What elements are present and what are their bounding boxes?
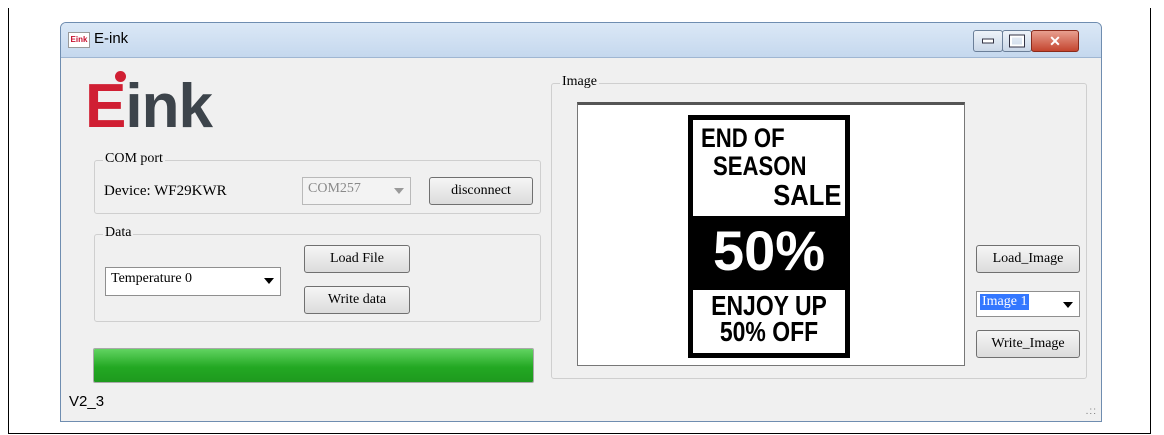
window-title: E-ink — [94, 30, 129, 47]
poster-line-4: 50% — [712, 219, 826, 282]
minimize-button[interactable] — [973, 30, 1003, 52]
progress-bar — [93, 348, 534, 383]
com-port-group: COM port Device: WF29KWR COM257 disconne… — [94, 151, 541, 214]
com-port-value: COM257 — [308, 181, 361, 196]
image-select-value: Image 1 — [980, 294, 1030, 310]
temperature-select[interactable]: Temperature 0 — [105, 267, 281, 296]
chevron-down-icon[interactable] — [1063, 302, 1073, 308]
version-label: V2_3 — [69, 393, 105, 410]
resize-grip-icon[interactable]: .:: — [1086, 406, 1097, 417]
write-data-button[interactable]: Write data — [304, 286, 410, 314]
progress-fill — [94, 349, 533, 382]
load-image-button[interactable]: Load_Image — [976, 245, 1080, 273]
write-image-button[interactable]: Write_Image — [976, 330, 1080, 358]
poster-line-6: 50% OFF — [719, 316, 819, 347]
minimize-icon — [982, 38, 994, 44]
data-group: Data Temperature 0 Load File Write data — [94, 225, 541, 322]
maximize-icon — [1010, 35, 1024, 47]
image-select[interactable]: Image 1 — [976, 291, 1080, 317]
chevron-down-icon[interactable] — [264, 278, 274, 284]
device-label: Device: WF29KWR — [104, 183, 227, 199]
disconnect-button[interactable]: disconnect — [429, 177, 533, 205]
poster-line-5: ENJOY UP — [711, 290, 827, 321]
chevron-down-icon — [394, 188, 404, 194]
sale-poster-image: END OF SEASON SALE 50% ENJOY UP 50% OFF — [688, 115, 850, 358]
maximize-button[interactable] — [1002, 30, 1032, 52]
title-bar[interactable]: Eink E-ink ✕ — [61, 23, 1101, 58]
data-legend: Data — [103, 225, 134, 241]
poster-line-3: SALE — [772, 180, 841, 212]
image-preview: END OF SEASON SALE 50% ENJOY UP 50% OFF — [577, 102, 965, 366]
close-icon: ✕ — [1049, 33, 1061, 49]
temperature-value: Temperature 0 — [111, 271, 193, 286]
eink-logo: Eink — [85, 72, 213, 141]
image-group: Image END OF SEASON SALE 50% ENJOY UP 50… — [551, 74, 1087, 379]
com-port-legend: COM port — [103, 151, 165, 167]
image-legend: Image — [560, 74, 599, 90]
logo-dot-icon — [115, 71, 126, 82]
com-port-select[interactable]: COM257 — [302, 177, 411, 205]
app-icon: Eink — [68, 32, 90, 48]
close-button[interactable]: ✕ — [1031, 30, 1079, 52]
load-file-button[interactable]: Load File — [304, 245, 410, 273]
eink-app-window: Eink E-ink ✕ Eink COM port Device: WF29K… — [60, 22, 1102, 422]
poster-line-2: SEASON — [713, 151, 807, 181]
poster-line-1: END OF — [701, 123, 785, 153]
